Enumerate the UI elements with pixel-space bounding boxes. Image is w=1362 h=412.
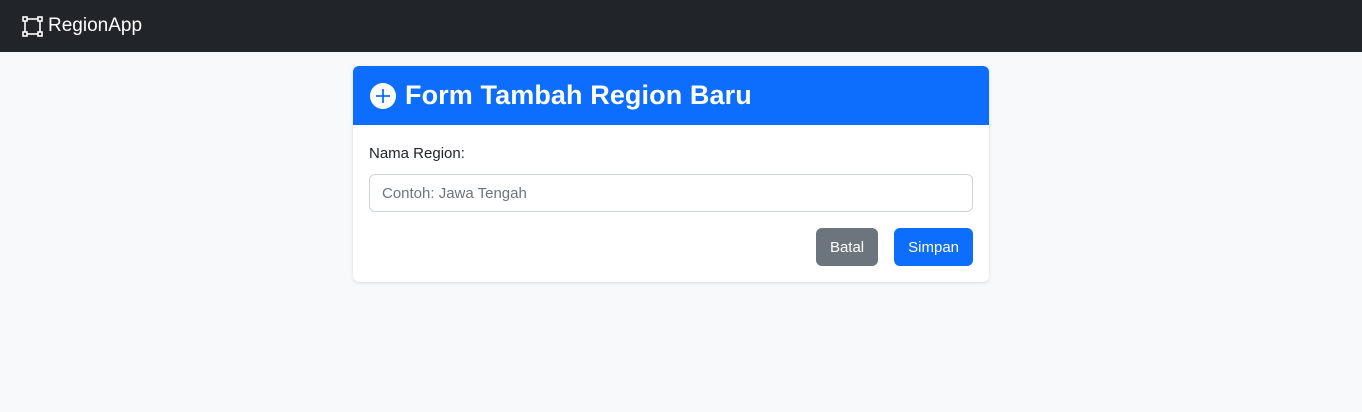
plus-circle-icon xyxy=(369,82,397,110)
card-body: Nama Region: Batal Simpan xyxy=(353,125,989,282)
add-region-card: Form Tambah Region Baru Nama Region: Bat… xyxy=(353,66,989,282)
card-header: Form Tambah Region Baru xyxy=(353,66,989,125)
navbar: RegionApp xyxy=(0,0,1362,52)
page-title: Form Tambah Region Baru xyxy=(405,80,752,110)
region-name-input[interactable] xyxy=(369,174,973,212)
cancel-button[interactable]: Batal xyxy=(815,228,879,266)
brand-label: RegionApp xyxy=(48,15,143,36)
save-button[interactable]: Simpan xyxy=(894,228,973,266)
bounding-box-icon xyxy=(22,15,43,37)
form-actions: Batal Simpan xyxy=(369,228,973,266)
region-name-label: Nama Region: xyxy=(369,145,465,162)
navbar-brand[interactable]: RegionApp xyxy=(22,15,142,37)
